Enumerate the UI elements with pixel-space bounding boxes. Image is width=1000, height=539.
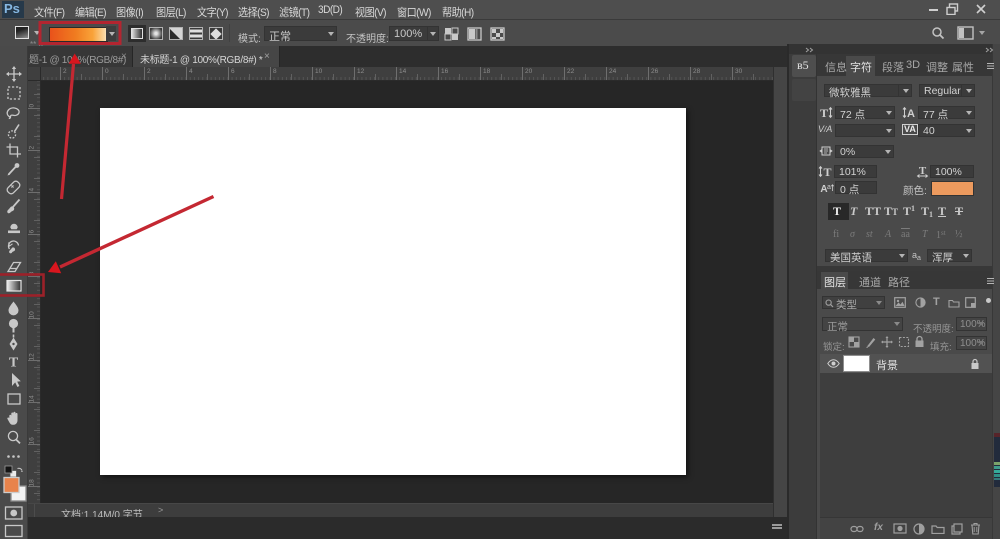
svg-text:A: A xyxy=(907,108,915,119)
svg-text:T: T xyxy=(820,106,828,119)
svg-text:T: T xyxy=(823,165,831,178)
svg-text:T: T xyxy=(919,165,927,177)
svg-text:a: a xyxy=(827,184,831,191)
svg-text:T: T xyxy=(9,356,19,371)
